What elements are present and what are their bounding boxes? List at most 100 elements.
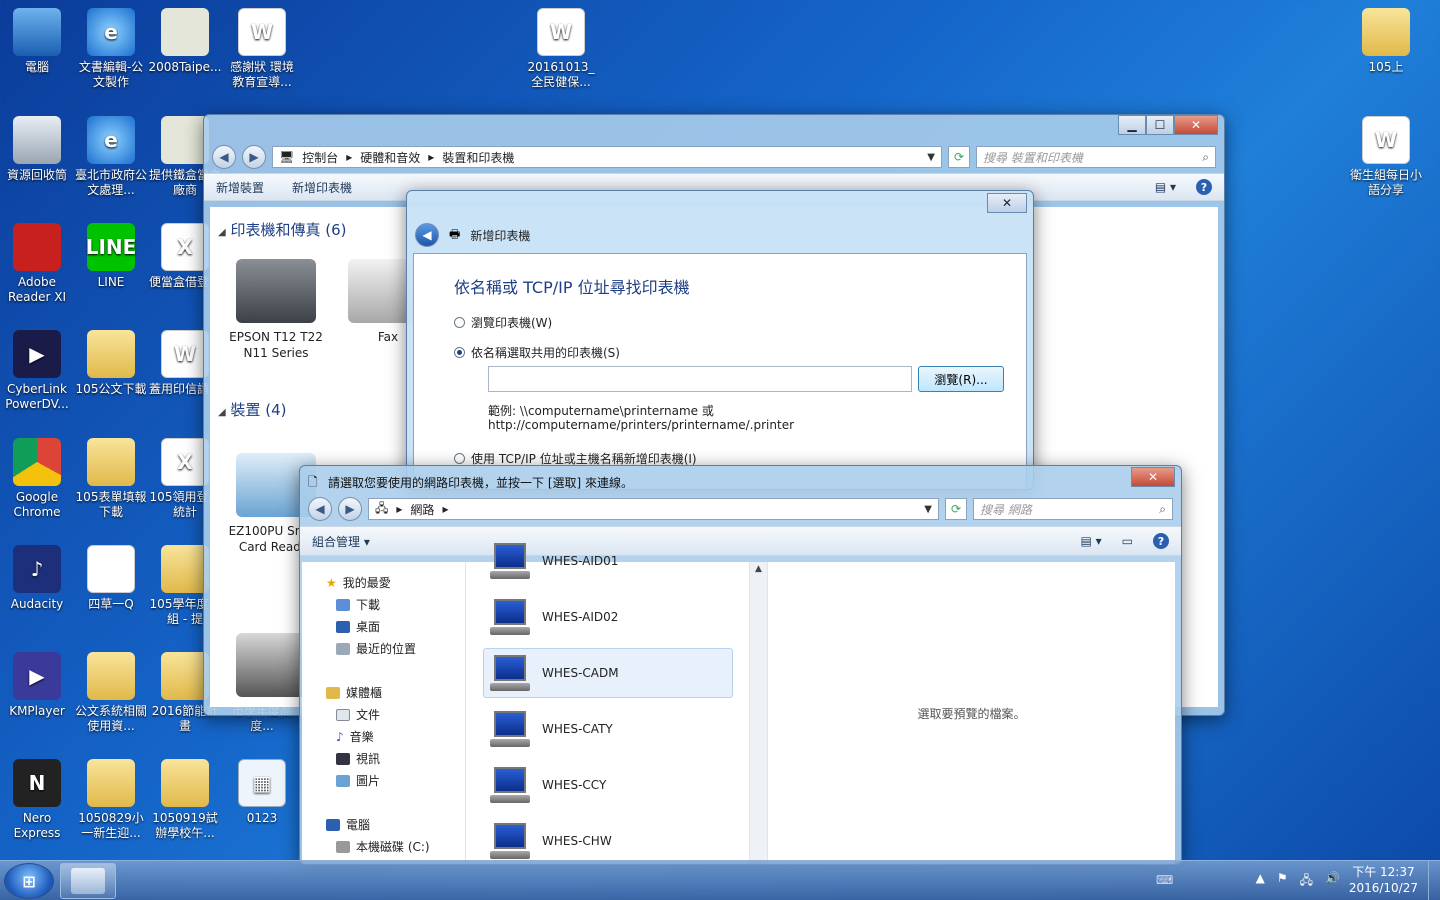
browse-button[interactable]: 瀏覽(R)... [918, 366, 1004, 392]
nav-recent[interactable]: 最近的位置 [336, 640, 416, 657]
network-computer-item[interactable]: WHES-CADM [483, 648, 733, 698]
taskbar-devices-app[interactable] [60, 863, 116, 899]
add-device-button[interactable]: 新增裝置 [216, 179, 264, 196]
radio-button[interactable] [454, 317, 465, 328]
close-button[interactable]: ✕ [1131, 467, 1175, 487]
keyboard-icon[interactable]: ⌨ [1156, 873, 1173, 887]
radio-button-selected[interactable] [454, 347, 465, 358]
nav-local-disk[interactable]: 本機磁碟 (C:) [336, 838, 430, 855]
nav-favorites[interactable]: ★ 我的最愛 [326, 574, 391, 591]
network-tray-icon[interactable]: 🖧 [1300, 871, 1313, 892]
scroll-up-icon[interactable]: ▲ [750, 564, 767, 574]
volume-icon[interactable]: 🔊 [1325, 871, 1340, 892]
nav-documents[interactable]: 文件 [336, 706, 380, 723]
nav-desktop[interactable]: 桌面 [336, 618, 380, 635]
desktop-icon[interactable]: LINE LINE [74, 223, 148, 290]
radio-shared[interactable]: 依名稱選取共用的印表機(S) [454, 344, 620, 361]
help-icon[interactable]: ? [1196, 179, 1212, 195]
back-button[interactable]: ◀ [415, 223, 439, 247]
network-computer-item[interactable]: WHES-CCY [483, 760, 733, 810]
address-bar[interactable]: 🖥 控制台 ▸ 硬體和音效 ▸ 裝置和印表機 ▼ [272, 146, 942, 168]
monitor-icon [490, 823, 530, 859]
network-computer-item[interactable]: WHES-AID01 [483, 536, 733, 586]
action-center-icon[interactable]: ⚑ [1277, 871, 1288, 892]
printer-epson[interactable]: EPSON T12 T22 N11 Series [228, 259, 324, 361]
network-dialog-titlebar[interactable]: 🗋 請選取您要使用的網路印表機，並按一下 [選取] 來連線。 ✕ [300, 466, 1181, 494]
radio-button[interactable] [454, 453, 465, 464]
shared-printer-input[interactable] [488, 366, 912, 392]
desktop-icon[interactable]: N Nero Express [0, 759, 74, 841]
preview-pane-icon[interactable]: ▭ [1122, 534, 1133, 548]
breadcrumb-hardware[interactable]: 硬體和音效 [360, 149, 420, 166]
refresh-icon[interactable]: ⟳ [948, 146, 970, 168]
collapse-icon[interactable]: ◢ [218, 227, 226, 238]
chevron-down-icon[interactable]: ▼ [927, 152, 935, 163]
desktop-icon[interactable]: 電腦 [0, 8, 74, 75]
network-computer-item[interactable]: WHES-CHW [483, 816, 733, 864]
desktop-icon[interactable]: e 文書編輯-公文製作 [74, 8, 148, 90]
network-computer-item[interactable]: WHES-CATY [483, 704, 733, 754]
desktop-icon[interactable]: 1050829小一新生迎... [74, 759, 148, 841]
desktop-icon[interactable]: 1050919試辦學校午... [148, 759, 222, 841]
breadcrumb-network[interactable]: 網路 [410, 501, 434, 518]
address-bar[interactable]: 🖧 ▸ 網路 ▸ ▼ [368, 498, 939, 520]
desktop-icon[interactable]: e 臺北市政府公文處理... [74, 116, 148, 198]
nav-videos[interactable]: 視訊 [336, 750, 380, 767]
desktop-icon[interactable]: 2008Taipe... [148, 8, 222, 75]
help-icon[interactable]: ? [1153, 533, 1169, 549]
desktop-icon[interactable]: ♪ Audacity [0, 545, 74, 612]
back-button[interactable]: ◀ [212, 145, 236, 169]
organize-button[interactable]: 組合管理 ▾ [312, 533, 370, 550]
breadcrumb-separator-icon: ▸ [442, 502, 449, 516]
back-button[interactable]: ◀ [308, 497, 332, 521]
nav-computer[interactable]: 電腦 [326, 816, 370, 833]
show-hidden-icons-icon[interactable]: ▲ [1256, 871, 1265, 892]
nav-downloads[interactable]: 下載 [336, 596, 380, 613]
devices-section-header[interactable]: ◢ 裝置 (4) [218, 399, 287, 420]
desktop-icon[interactable]: W 20161013_全民健保... [524, 8, 598, 90]
add-printer-button[interactable]: 新增印表機 [292, 179, 352, 196]
network-computer-item[interactable]: WHES-AID02 [483, 592, 733, 642]
close-button[interactable]: ✕ [987, 193, 1027, 213]
desktop-icon[interactable]: ▦ 0123 [225, 759, 299, 826]
view-options-icon[interactable]: ▤ ▾ [1155, 180, 1176, 194]
nav-libraries[interactable]: 媒體櫃 [326, 684, 382, 701]
collapse-icon[interactable]: ◢ [218, 407, 226, 418]
show-desktop-button[interactable] [1428, 861, 1440, 900]
minimize-button[interactable]: ▁ [1118, 115, 1146, 135]
breadcrumb-control-panel[interactable]: 控制台 [302, 149, 338, 166]
close-button[interactable]: ✕ [1174, 115, 1218, 135]
desktop-icon[interactable]: ▶ KMPlayer [0, 652, 74, 719]
network-browse-dialog[interactable]: 🗋 請選取您要使用的網路印表機，並按一下 [選取] 來連線。 ✕ ◀ ▶ 🖧 ▸… [299, 465, 1182, 865]
forward-button[interactable]: ▶ [242, 145, 266, 169]
breadcrumb-devices[interactable]: 裝置和印表機 [442, 149, 514, 166]
search-input[interactable]: 搜尋 裝置和印表機 ⌕ [976, 146, 1216, 168]
refresh-icon[interactable]: ⟳ [945, 498, 967, 520]
desktop-icon[interactable]: Adobe Reader XI [0, 223, 74, 305]
chevron-down-icon[interactable]: ▼ [924, 504, 932, 515]
desktop-icon[interactable]: 四草一Q [74, 545, 148, 612]
nav-pictures[interactable]: 圖片 [336, 772, 380, 789]
desktop-icon[interactable]: 105上 [1349, 8, 1423, 75]
desktop-icon[interactable]: 公文系統相關使用資... [74, 652, 148, 734]
add-printer-titlebar[interactable]: ✕ [407, 191, 1033, 213]
desktop-icon[interactable]: W 衛生組每日小語分享 [1349, 116, 1423, 198]
start-button[interactable]: ⊞ [4, 863, 54, 899]
radio-browse[interactable]: 瀏覽印表機(W) [454, 314, 552, 331]
desktop-icon[interactable]: Google Chrome [0, 438, 74, 520]
search-input[interactable]: 搜尋 網路 ⌕ [973, 498, 1173, 520]
desktop-icon[interactable]: W 感謝狀 環境教育宣導... [225, 8, 299, 90]
forward-button[interactable]: ▶ [338, 497, 362, 521]
desktop-icon[interactable]: 105公文下載 [74, 330, 148, 397]
scrollbar[interactable]: ▲ [749, 562, 767, 864]
view-options-icon[interactable]: ▤ ▾ [1080, 534, 1101, 548]
printers-section-header[interactable]: ◢ 印表機和傳真 (6) [218, 219, 347, 240]
add-printer-dialog[interactable]: ✕ ◀ 🖶 新增印表機 依名稱或 TCP/IP 位址尋找印表機 瀏覽印表機(W)… [406, 190, 1034, 490]
maximize-button[interactable]: ☐ [1146, 115, 1174, 135]
desktop-icon[interactable]: ▶ CyberLink PowerDV... [0, 330, 74, 412]
nav-music[interactable]: ♪ 音樂 [336, 728, 374, 745]
desktop-icon[interactable]: 資源回收筒 [0, 116, 74, 183]
clock[interactable]: 下午 12:37 2016/10/27 [1349, 864, 1418, 896]
desktop-icon[interactable]: 105表單填報下載 [74, 438, 148, 520]
devices-window-titlebar[interactable]: ▁ ☐ ✕ [204, 115, 1224, 143]
